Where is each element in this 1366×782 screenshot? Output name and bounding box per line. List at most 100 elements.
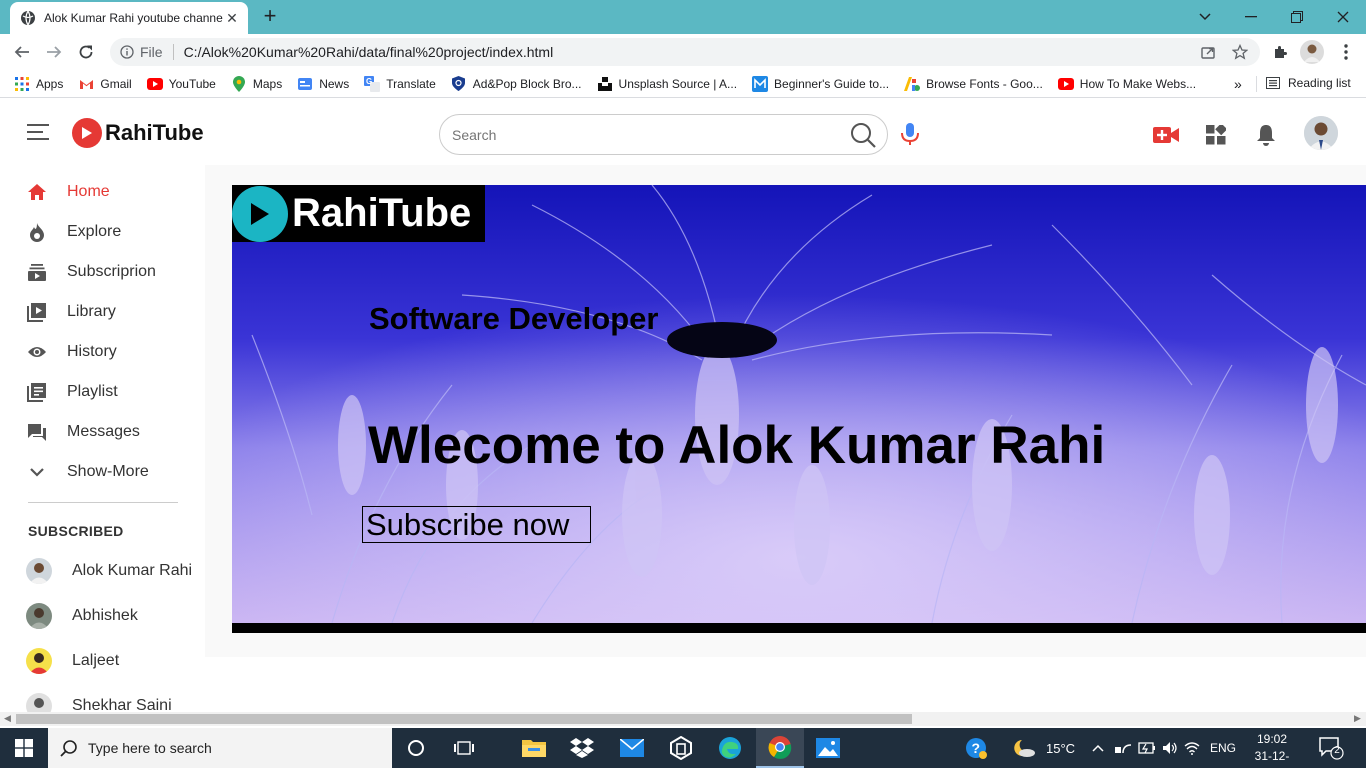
- file-explorer-icon[interactable]: [510, 728, 558, 768]
- bookmark-apps[interactable]: Apps: [14, 76, 63, 92]
- bookmark-how-to-make-websites[interactable]: How To Make Webs...: [1057, 76, 1196, 92]
- subscription-item[interactable]: Alok Kumar Rahi: [26, 558, 192, 584]
- avatar: [26, 693, 52, 712]
- bookmark-youtube[interactable]: YouTube: [146, 76, 216, 92]
- web-page: RahiTube Home Explore: [0, 99, 1366, 712]
- subscription-item[interactable]: Shekhar Saini: [26, 693, 172, 712]
- globe-icon: [21, 10, 35, 26]
- svg-text:G: G: [366, 77, 372, 86]
- library-icon: [26, 301, 48, 323]
- edge-browser-icon[interactable]: [706, 728, 754, 768]
- profile-avatar-icon[interactable]: [1300, 40, 1324, 64]
- sidebar-item-show-more[interactable]: Show-More: [26, 460, 149, 484]
- user-avatar[interactable]: [1304, 116, 1338, 150]
- gmail-icon: [78, 76, 94, 92]
- wifi-icon[interactable]: [1184, 741, 1200, 755]
- m-icon: [752, 75, 769, 92]
- windows-start-icon[interactable]: [0, 728, 48, 768]
- extensions-puzzle-icon[interactable]: [1268, 40, 1292, 64]
- subscribe-button[interactable]: Subscribe now: [362, 506, 591, 543]
- avatar: [26, 603, 52, 629]
- sidebar-item-history[interactable]: History: [26, 340, 117, 364]
- reload-icon[interactable]: [74, 40, 98, 64]
- forward-arrow-icon[interactable]: [42, 40, 66, 64]
- system-clock[interactable]: 19:02 31-12-2021: [1244, 731, 1300, 782]
- playlist-icon: [26, 381, 48, 403]
- site-logo[interactable]: RahiTube: [72, 118, 204, 148]
- photos-icon[interactable]: [804, 728, 852, 768]
- info-icon[interactable]: [120, 45, 134, 59]
- scroll-right-arrow-icon[interactable]: ▶: [1354, 713, 1361, 724]
- sidebar-item-playlist[interactable]: Playlist: [26, 380, 118, 404]
- scroll-left-arrow-icon[interactable]: ◀: [4, 713, 11, 724]
- task-view-icon[interactable]: [440, 728, 488, 768]
- tab-close-icon[interactable]: ✕: [224, 10, 240, 27]
- apps-grid-icon: [14, 76, 30, 92]
- dropbox-icon[interactable]: [558, 728, 606, 768]
- network-icon[interactable]: [1114, 741, 1132, 755]
- youtube-icon: [1057, 76, 1074, 92]
- svg-text:?: ?: [972, 740, 981, 756]
- minimize-button[interactable]: [1228, 0, 1274, 34]
- sidebar-item-library[interactable]: Library: [26, 300, 116, 324]
- browser-tab[interactable]: Alok Kumar Rahi youtube channe ✕: [10, 2, 248, 34]
- apps-icon[interactable]: [1203, 123, 1229, 147]
- battery-icon[interactable]: [1138, 742, 1156, 754]
- restore-button[interactable]: [1274, 0, 1320, 34]
- bookmark-translate[interactable]: G Translate: [364, 75, 436, 92]
- notification-center-icon[interactable]: 2: [1318, 736, 1344, 760]
- chrome-menu-icon[interactable]: [1334, 40, 1358, 64]
- bell-icon[interactable]: [1253, 123, 1279, 147]
- sidebar-item-messages[interactable]: Messages: [26, 420, 140, 444]
- share-icon[interactable]: [1196, 40, 1220, 64]
- bookmark-unsplash[interactable]: Unsplash Source | A...: [597, 76, 737, 92]
- play-logo-icon: [232, 185, 288, 242]
- bookmark-star-icon[interactable]: [1228, 40, 1252, 64]
- weather-widget[interactable]: 15°C: [1012, 728, 1075, 768]
- subscriptions-icon: [26, 261, 48, 283]
- taskbar-search-box[interactable]: Type here to search: [48, 728, 392, 768]
- cortana-icon[interactable]: [392, 728, 440, 768]
- subscription-item[interactable]: Laljeet: [26, 648, 119, 674]
- system-tray-icons[interactable]: ENG: [1092, 728, 1236, 768]
- avatar: [26, 558, 52, 584]
- new-tab-button[interactable]: +: [258, 5, 282, 29]
- url-text[interactable]: C:/Alok%20Kumar%20Rahi/data/final%20proj…: [184, 44, 554, 60]
- address-bar[interactable]: File C:/Alok%20Kumar%20Rahi/data/final%2…: [110, 38, 1260, 66]
- hamburger-menu-icon[interactable]: [27, 124, 49, 145]
- reading-list-button[interactable]: Reading list: [1266, 76, 1351, 90]
- create-video-icon[interactable]: [1153, 123, 1179, 147]
- bookmark-adblock[interactable]: Ad&Pop Block Bro...: [451, 76, 582, 92]
- microphone-icon[interactable]: [900, 122, 920, 151]
- scrollbar-thumb[interactable]: [16, 714, 912, 724]
- mail-icon[interactable]: [608, 728, 656, 768]
- help-icon[interactable]: ?: [952, 728, 1000, 768]
- sidebar-item-explore[interactable]: Explore: [26, 220, 121, 244]
- chrome-browser-icon[interactable]: [756, 728, 804, 768]
- tab-search-chevron-icon[interactable]: [1182, 0, 1228, 34]
- bookmark-maps[interactable]: Maps: [231, 75, 282, 92]
- input-language[interactable]: ENG: [1210, 741, 1236, 755]
- search-icon[interactable]: [849, 121, 877, 149]
- avatar: [26, 648, 52, 674]
- search-box[interactable]: [439, 114, 888, 155]
- store-icon[interactable]: [657, 728, 705, 768]
- bookmark-google-fonts[interactable]: Browse Fonts - Goo...: [904, 76, 1043, 92]
- subscription-item[interactable]: Abhishek: [26, 603, 138, 629]
- news-icon: [297, 76, 313, 92]
- bookmark-news[interactable]: News: [297, 76, 349, 92]
- search-input[interactable]: [452, 126, 849, 143]
- explore-flame-icon: [26, 221, 48, 243]
- site-header: RahiTube: [0, 99, 1366, 165]
- bookmark-beginners-guide[interactable]: Beginner's Guide to...: [752, 75, 889, 92]
- sidebar-item-subscription[interactable]: Subscriprion: [26, 260, 156, 284]
- banner-logo-text: RahiTube: [292, 191, 472, 235]
- sidebar-item-home[interactable]: Home: [26, 180, 110, 204]
- chevron-up-icon[interactable]: [1092, 744, 1104, 752]
- back-arrow-icon[interactable]: [10, 40, 34, 64]
- more-bookmarks-chevron[interactable]: »: [1234, 76, 1242, 92]
- bookmark-gmail[interactable]: Gmail: [78, 76, 132, 92]
- close-window-button[interactable]: [1320, 0, 1366, 34]
- volume-icon[interactable]: [1162, 741, 1178, 755]
- horizontal-scrollbar[interactable]: ◀ ▶: [0, 712, 1366, 726]
